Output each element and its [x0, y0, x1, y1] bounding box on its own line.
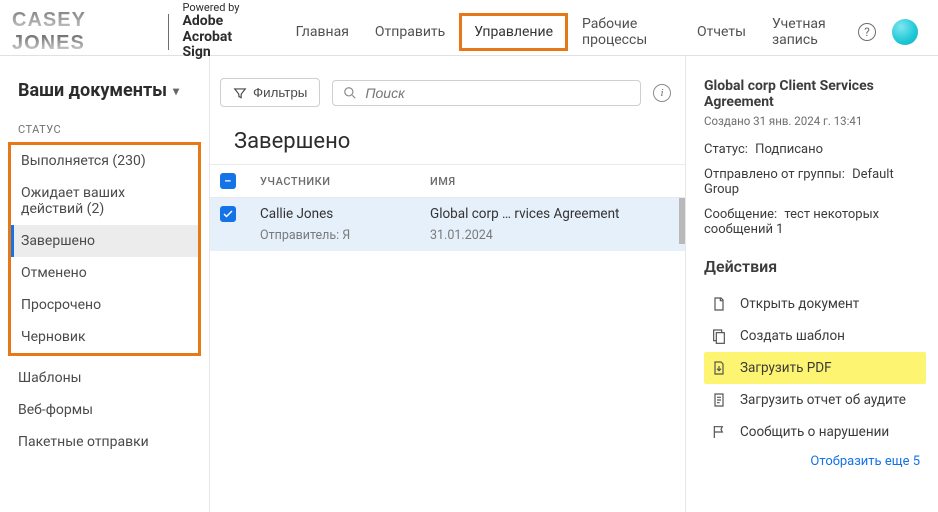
help-icon[interactable]: ? [858, 23, 876, 41]
action-label: Открыть документ [740, 296, 859, 312]
detail-panel: Global corp Client Services Agreement Со… [686, 56, 938, 512]
row-document-name: Global corp … rvices Agreement [430, 206, 675, 222]
status-expired[interactable]: Просрочено [11, 289, 198, 321]
filter-icon [233, 86, 247, 100]
toolbar: Фильтры i [210, 56, 685, 117]
header-divider [168, 14, 169, 50]
adobe-brand-line1: Adobe [183, 14, 256, 29]
action-label: Загрузить PDF [740, 360, 832, 376]
app-header: CASEY JONES Powered by Adobe Acrobat Sig… [0, 0, 938, 56]
status-heading: СТАТУС [0, 115, 209, 142]
filters-button[interactable]: Фильтры [220, 78, 320, 107]
row-participant: Callie Jones [260, 206, 410, 222]
table-row[interactable]: Callie Jones Отправитель: Я Global corp … [210, 198, 685, 251]
powered-by-block: Powered by Adobe Acrobat Sign [183, 2, 256, 60]
action-label: Загрузить отчет об аудите [740, 392, 906, 408]
status-group-highlight: Выполняется (230) Ожидает ваших действий… [8, 142, 201, 356]
info-icon[interactable]: i [653, 84, 671, 102]
show-more-actions[interactable]: Отобразить еще 5 [704, 448, 926, 469]
user-logo: CASEY JONES [12, 9, 168, 55]
action-download-pdf[interactable]: Загрузить PDF [704, 352, 926, 384]
nav-workflows[interactable]: Рабочие процессы [570, 8, 683, 56]
scrollbar[interactable] [679, 198, 685, 244]
chevron-down-icon: ▾ [173, 84, 179, 98]
download-pdf-icon [710, 360, 728, 376]
filters-label: Фильтры [253, 85, 307, 100]
row-document-date: 31.01.2024 [430, 228, 675, 243]
search-field-wrap[interactable] [332, 80, 641, 106]
action-label: Создать шаблон [740, 328, 845, 344]
documents-table: – УЧАСТНИКИ ИМЯ [210, 164, 685, 198]
action-create-template[interactable]: Создать шаблон [704, 320, 926, 352]
status-cancelled[interactable]: Отменено [11, 257, 198, 289]
status-in-progress[interactable]: Выполняется (230) [11, 145, 198, 177]
download-audit-icon [710, 392, 728, 408]
search-input[interactable] [365, 85, 630, 101]
actions-heading: Действия [704, 257, 926, 276]
detail-created: Создано 31 янв. 2024 г. 13:41 [704, 114, 926, 128]
sidebar: Ваши документы ▾ СТАТУС Выполняется (230… [0, 56, 210, 512]
sidebar-bulk-send[interactable]: Пакетные отправки [0, 426, 209, 458]
create-template-icon [710, 328, 728, 344]
col-name[interactable]: ИМЯ [420, 165, 685, 198]
detail-title: Global corp Client Services Agreement [704, 78, 926, 110]
nav-send[interactable]: Отправить [363, 16, 457, 48]
action-download-audit[interactable]: Загрузить отчет об аудите [704, 384, 926, 416]
detail-group: Отправлено от группы: Default Group [704, 167, 926, 197]
col-participants[interactable]: УЧАСТНИКИ [250, 165, 420, 198]
select-all-checkbox[interactable]: – [220, 173, 236, 189]
sidebar-templates[interactable]: Шаблоны [0, 362, 209, 394]
section-title: Завершено [210, 117, 685, 164]
nav-reports[interactable]: Отчеты [685, 16, 758, 48]
search-icon [343, 86, 357, 100]
your-documents-dropdown[interactable]: Ваши документы ▾ [0, 80, 209, 115]
action-open-document[interactable]: Открыть документ [704, 288, 926, 320]
status-completed[interactable]: Завершено [11, 225, 198, 257]
detail-message: Сообщение: тест некоторых сообщений 1 [704, 207, 926, 237]
top-nav: Главная Отправить Управление Рабочие про… [284, 8, 858, 56]
status-draft[interactable]: Черновик [11, 321, 198, 353]
row-checkbox[interactable] [220, 206, 236, 222]
report-abuse-icon [710, 424, 728, 440]
your-documents-label: Ваши документы [18, 80, 167, 101]
avatar[interactable] [892, 19, 918, 45]
nav-home[interactable]: Главная [284, 16, 361, 48]
nav-account[interactable]: Учетная запись [760, 8, 858, 56]
sidebar-webforms[interactable]: Веб-формы [0, 394, 209, 426]
action-label: Сообщить о нарушении [740, 424, 889, 440]
detail-status: Статус: Подписано [704, 142, 926, 157]
status-awaiting-you[interactable]: Ожидает ваших действий (2) [11, 177, 198, 225]
nav-manage[interactable]: Управление [459, 13, 568, 51]
open-document-icon [710, 296, 728, 312]
main-panel: Фильтры i Завершено – УЧАСТНИКИ ИМЯ [210, 56, 686, 512]
header-icons: ? [858, 19, 926, 45]
action-report-abuse[interactable]: Сообщить о нарушении [704, 416, 926, 448]
row-sender: Отправитель: Я [260, 228, 410, 243]
